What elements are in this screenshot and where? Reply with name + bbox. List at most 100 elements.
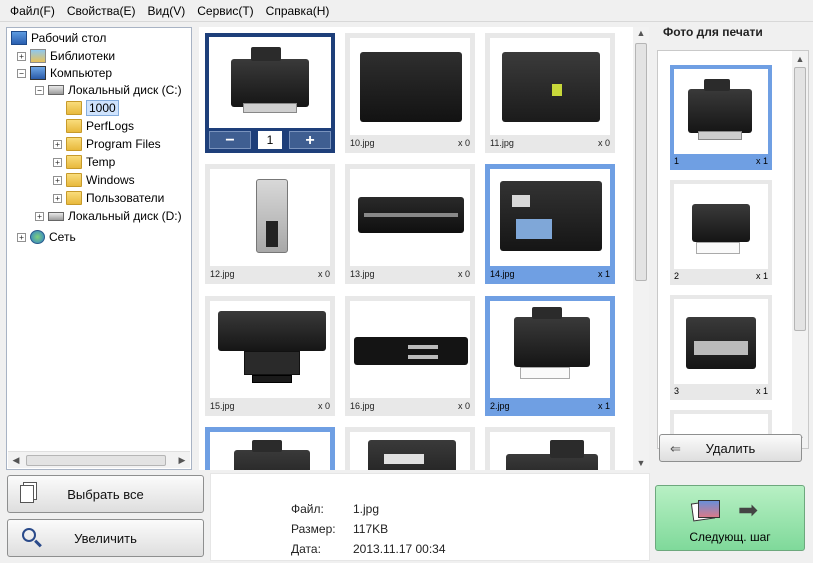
print-item-selected[interactable]: 1 x 1	[670, 65, 772, 170]
thumbnail-tile-selected[interactable]: 2.jpg x 1	[485, 296, 615, 416]
thumbnail-tile[interactable]	[485, 427, 615, 470]
tree-item-users[interactable]: + Пользователи	[53, 189, 164, 207]
print-item-number: 3	[674, 386, 680, 396]
tree-label-windows: Windows	[86, 173, 135, 187]
thumbnail-count: x 0	[597, 138, 610, 148]
delete-button[interactable]: ⇐ Удалить	[659, 434, 802, 462]
thumbnail-tile[interactable]: 13.jpg x 0	[345, 164, 475, 284]
date-label: Дата:	[291, 542, 321, 556]
tree-item-1000[interactable]: 1000	[53, 99, 119, 117]
thumbnail-count: x 1	[597, 269, 610, 279]
thumbnail-count: x 0	[457, 138, 470, 148]
grid-vertical-scrollbar[interactable]: ▲ ▼	[633, 27, 649, 470]
tree-label-network: Сеть	[49, 230, 76, 244]
menu-properties[interactable]: Свойства(E)	[61, 0, 142, 22]
photos-icon	[690, 498, 720, 522]
scroll-up-icon[interactable]: ▲	[792, 51, 808, 68]
menu-help[interactable]: Справка(H)	[260, 0, 336, 22]
scroll-right-icon[interactable]: ▶	[174, 452, 190, 469]
decrease-button[interactable]: −	[209, 131, 251, 149]
scroll-up-icon[interactable]: ▲	[633, 25, 649, 42]
tree-item-temp[interactable]: + Temp	[53, 153, 115, 171]
select-all-button[interactable]: Выбрать все	[7, 475, 204, 513]
thumbnail-filename: 10.jpg	[350, 138, 375, 148]
thumbnail-tile-selected[interactable]	[205, 427, 335, 470]
tree-label-libraries: Библиотеки	[50, 49, 116, 63]
tree-item-computer[interactable]: − Компьютер	[17, 64, 112, 82]
expand-icon[interactable]: +	[35, 211, 44, 221]
scrollbar-thumb[interactable]	[26, 455, 166, 466]
thumbnail-tile-selected[interactable]: 14.jpg x 1	[485, 164, 615, 284]
menu-file[interactable]: Файл(F)	[4, 0, 61, 22]
print-list: 1 x 1 2 x 1 3 x 1 ▲ ▼	[657, 50, 809, 449]
print-panel: Фото для печати 1 x 1 2 x 1 3 x 1 ▲ ⇐ Уд…	[652, 20, 813, 470]
thumbnail-filename: 16.jpg	[350, 401, 375, 411]
folder-tree: Рабочий стол + Библиотеки − Компьютер − …	[6, 27, 192, 470]
thumbnail-tile[interactable]: 10.jpg x 0	[345, 33, 475, 153]
thumbnail-tile-active[interactable]: − 1 +	[205, 33, 335, 153]
magnifier-icon	[22, 528, 36, 542]
quantity-value[interactable]: 1	[258, 131, 282, 149]
tree-item-network[interactable]: + Сеть	[17, 228, 76, 246]
print-item[interactable]: 2 x 1	[670, 180, 772, 285]
printer-photo	[209, 37, 331, 128]
thumbnail-tile[interactable]: 15.jpg x 0	[205, 296, 335, 416]
tree-label-drive-c: Локальный диск (C:)	[68, 83, 182, 97]
menu-bar: Файл(F) Свойства(E) Вид(V) Сервис(T) Спр…	[0, 0, 813, 22]
quantity-stepper: − 1 +	[209, 130, 331, 150]
thumbnail-tile[interactable]	[345, 427, 475, 470]
printer-photo	[350, 432, 470, 470]
printer-photo	[674, 299, 768, 384]
menu-view[interactable]: Вид(V)	[142, 0, 192, 22]
printer-part-photo	[210, 169, 330, 266]
next-step-button[interactable]: ➡ Следующ. шаг	[655, 485, 805, 551]
expand-icon[interactable]: +	[53, 139, 62, 149]
expand-icon[interactable]: +	[17, 232, 26, 242]
scroll-left-icon[interactable]: ◀	[8, 452, 24, 469]
tree-item-perflogs[interactable]: PerfLogs	[53, 117, 134, 135]
tree-item-program-files[interactable]: + Program Files	[53, 135, 161, 153]
print-list-scrollbar[interactable]: ▲ ▼	[792, 51, 808, 448]
zoom-button[interactable]: Увеличить	[7, 519, 204, 557]
thumbnail-tile[interactable]: 12.jpg x 0	[205, 164, 335, 284]
tree-item-windows[interactable]: + Windows	[53, 171, 135, 189]
thumbnail-filename: 14.jpg	[490, 269, 515, 279]
thumbnail-count: x 0	[457, 269, 470, 279]
tree-horizontal-scrollbar[interactable]: ◀ ▶	[8, 451, 190, 468]
tree-item-libraries[interactable]: + Библиотеки	[17, 47, 115, 65]
tree-item-desktop[interactable]: Рабочий стол	[11, 29, 106, 47]
expand-icon[interactable]: +	[53, 193, 62, 203]
expand-icon[interactable]: +	[53, 157, 62, 167]
drive-icon	[48, 211, 64, 221]
print-item[interactable]: 3 x 1	[670, 295, 772, 400]
print-item-number: 2	[674, 271, 680, 281]
menu-service[interactable]: Сервис(T)	[191, 0, 259, 22]
collapse-icon[interactable]: −	[17, 68, 26, 78]
thumbnail-tile[interactable]: 16.jpg x 0	[345, 296, 475, 416]
print-item-count: x 1	[755, 156, 768, 166]
tree-item-drive-c[interactable]: − Локальный диск (C:)	[35, 81, 182, 99]
select-all-label: Выбрать все	[67, 486, 144, 502]
control-panel-photo	[350, 301, 470, 398]
file-label: Файл:	[291, 502, 324, 516]
tree-label-drive-d: Локальный диск (D:)	[68, 209, 182, 223]
desktop-icon	[11, 31, 27, 45]
print-item-count: x 1	[755, 271, 768, 281]
tree-label-perflogs: PerfLogs	[86, 119, 135, 133]
scrollbar-thumb[interactable]	[635, 43, 647, 281]
expand-icon[interactable]: +	[17, 51, 26, 61]
expand-icon[interactable]: +	[53, 175, 62, 185]
print-item-count: x 1	[755, 386, 768, 396]
scrollbar-thumb[interactable]	[794, 67, 806, 331]
thumbnail-tile[interactable]: 11.jpg x 0	[485, 33, 615, 153]
thumbnail-filename: 13.jpg	[350, 269, 375, 279]
folder-open-icon	[66, 101, 82, 115]
thumbnail-filename: 12.jpg	[210, 269, 235, 279]
file-value: 1.jpg	[353, 502, 380, 516]
folder-icon	[66, 155, 82, 169]
increase-button[interactable]: +	[289, 131, 331, 149]
collapse-icon[interactable]: −	[35, 85, 44, 95]
thumbnail-count: x 0	[317, 401, 330, 411]
folder-icon	[66, 173, 82, 187]
tree-item-drive-d[interactable]: + Локальный диск (D:)	[35, 207, 182, 225]
